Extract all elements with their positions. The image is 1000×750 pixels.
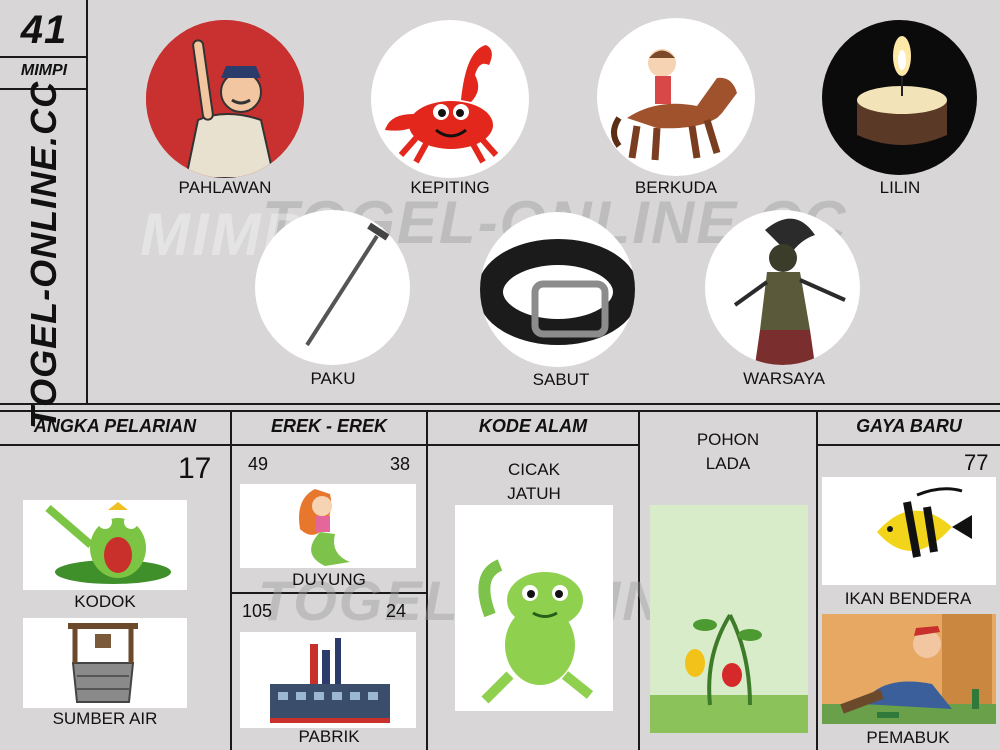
erek-label-duyung: DUYUNG xyxy=(292,570,366,589)
nail-icon xyxy=(305,222,390,347)
candle-icon xyxy=(857,36,947,145)
dream-label-sabut: SABUT xyxy=(532,370,590,389)
pohon-lada-label: POHON LADA xyxy=(696,430,760,473)
horse-rider-icon xyxy=(611,49,737,161)
pelarian-label-sumber-air: SUMBER AIR xyxy=(52,709,158,728)
header-kode-alam: KODE ALAM xyxy=(478,416,588,436)
gaya-baru-label-ikan-bendera: IKAN BENDERA xyxy=(844,589,972,608)
pohon-lada-picture xyxy=(650,505,808,733)
dream-label-kepiting: KEPITING xyxy=(410,178,490,197)
col-divider-2 xyxy=(426,410,428,750)
site-brand: TOGEL-ONLINE.CC xyxy=(23,80,64,430)
mermaid-icon xyxy=(299,489,350,566)
sidebar-divider xyxy=(86,0,88,405)
header-rule-right xyxy=(816,444,1000,446)
factory-icon xyxy=(270,638,390,723)
erek-label-pabrik: PABRIK xyxy=(298,727,360,746)
sidebar-rule-1 xyxy=(0,56,88,58)
dream-lilin xyxy=(822,20,977,175)
erek-1-left-number: 49 xyxy=(248,454,269,474)
pelarian-item-sumber-air xyxy=(23,618,187,708)
dream-kepiting xyxy=(371,20,529,178)
erek-2-left-number: 105 xyxy=(242,601,273,621)
pelarian-item-kodok xyxy=(23,500,187,590)
angka-pelarian-number: 17 xyxy=(178,452,212,485)
pelarian-label-kodok: KODOK xyxy=(74,592,136,611)
dream-label-paku: PAKU xyxy=(310,369,356,388)
erek-item-duyung xyxy=(240,484,416,568)
dream-warsaya xyxy=(705,210,860,365)
dream-label-lilin: LILIN xyxy=(879,178,921,197)
kode-alam-picture xyxy=(455,505,613,711)
dream-pahlawan xyxy=(146,20,304,178)
dream-label-warsaya: WARSAYA xyxy=(743,369,825,388)
dream-sabut xyxy=(480,212,635,367)
dream-label-berkuda: BERKUDA xyxy=(634,178,718,197)
gaya-baru-number: 77 xyxy=(964,450,989,475)
pepper-plant-icon xyxy=(650,505,808,733)
section-divider-bottom xyxy=(0,410,1000,412)
erek-item-pabrik xyxy=(240,632,416,728)
erek-1-right-number: 38 xyxy=(390,454,411,474)
well-icon xyxy=(68,623,138,703)
kode-alam-label: CICAK JATUH xyxy=(507,460,561,503)
header-gaya-baru: GAYA BARU xyxy=(856,416,962,436)
dream-label-pahlawan: PAHLAWAN xyxy=(178,178,272,197)
col-divider-1 xyxy=(230,410,232,750)
erek-split-rule xyxy=(230,592,427,594)
gaya-baru-item-ikan-bendera xyxy=(822,477,996,585)
hero-icon xyxy=(146,20,304,178)
col-divider-3 xyxy=(638,410,640,750)
col-divider-4 xyxy=(816,410,818,750)
gaya-baru-item-pemabuk xyxy=(822,614,996,724)
mimpi-label: MIMPI xyxy=(20,62,68,79)
frog-icon xyxy=(45,502,171,584)
crab-icon xyxy=(385,45,499,164)
dream-paku xyxy=(255,210,410,365)
angelfish-icon xyxy=(877,487,972,558)
header-rule-left xyxy=(0,444,640,446)
lizard-icon xyxy=(478,559,594,704)
gaya-baru-label-pemabuk: PEMABUK xyxy=(866,728,950,747)
dream-number: 41 xyxy=(20,8,68,52)
belt-icon xyxy=(480,239,635,345)
drunk-man-icon xyxy=(822,614,996,724)
wayang-icon xyxy=(733,218,846,365)
section-divider-top xyxy=(0,403,1000,405)
header-erek-erek: EREK - EREK xyxy=(270,416,387,436)
header-angka-pelarian: ANGKA PELARIAN xyxy=(33,416,197,436)
erek-2-right-number: 24 xyxy=(386,601,407,621)
dream-berkuda xyxy=(597,18,755,176)
